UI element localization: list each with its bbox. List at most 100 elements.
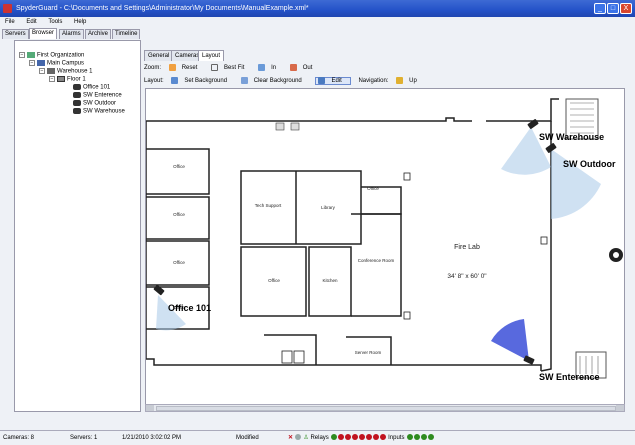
zoom-in-button[interactable]: In [258,63,282,71]
title-bar: SpyderGuard - C:\Documents and Settings\… [0,0,635,17]
room-label: Server Room [355,350,382,355]
room-label: Kitchen [322,278,338,283]
minimize-button[interactable]: _ [594,3,606,14]
relay-dot-icon [351,434,358,441]
menu-edit[interactable]: Edit [21,17,41,28]
tab-layout[interactable]: Layout [198,50,225,61]
fixture-icon [290,122,300,131]
camera-fov-active [491,319,529,361]
room-label: Tech Support [255,203,282,208]
collapse-icon[interactable]: − [29,60,35,66]
edit-button[interactable]: Edit [315,76,351,85]
relay-dot-icon [379,434,386,441]
best-fit-button[interactable]: Best Fit [211,63,250,71]
menu-tools[interactable]: Tools [43,17,67,28]
tree-item-camera[interactable]: SW Enterence [73,92,122,100]
server-count: Servers: 1 [70,435,98,441]
collapse-icon[interactable]: − [39,68,45,74]
tree-item-floor[interactable]: − Floor 1 [49,76,86,84]
user-icon: ♙ [303,435,309,441]
relay-dot-icon [330,434,337,441]
status-datetime: 1/21/2010 3:02:02 PM [122,435,182,441]
tab-timeline[interactable]: Timeline [112,29,141,39]
magnifier-icon [168,63,176,71]
organization-tree[interactable]: − First Organization − Main Campus − Wareho… [14,40,141,412]
relay-dot-icon [344,434,351,441]
image-icon [171,76,179,84]
main-tab-strip: Servers Browser Alarms Archive Timeline [0,28,635,39]
campus-icon [37,60,45,66]
camera-icon[interactable] [153,284,165,296]
horizontal-scrollbar[interactable] [145,404,625,412]
tab-alarms[interactable]: Alarms [59,29,84,39]
input-dot-icon [427,434,434,441]
room-label: Office [268,278,280,283]
outlet-icon [540,236,548,245]
input-dot-icon [413,434,420,441]
room-label: Office [173,164,185,169]
door-icon [293,350,305,364]
camera-label-office-101: Office 101 [168,303,212,313]
app-icon [3,4,12,13]
collapse-icon[interactable]: − [49,76,55,82]
layout-toolbar: Layout: Set Background Clear Background … [144,76,429,87]
camera-icon [73,92,81,98]
tree-item-camera[interactable]: SW Outdoor [73,100,116,108]
maximize-button[interactable]: □ [607,3,619,14]
tree-item-organization[interactable]: − First Organization [19,52,84,60]
organization-icon [27,52,35,58]
zoom-in-icon [258,63,266,71]
scroll-left-arrow[interactable] [146,405,154,411]
relay-dot-icon [337,434,344,441]
up-arrow-icon [396,76,404,84]
modified-indicator: Modified [236,435,259,441]
tab-browser[interactable]: Browser [29,28,58,39]
room-label: Library [321,205,336,210]
status-bar: Cameras: 8 Servers: 1 1/21/2010 3:02:02 … [0,430,635,444]
zoom-toolbar: Zoom: Reset Best Fit In Out [144,63,324,74]
clear-background-button[interactable]: Clear Background [240,76,308,84]
set-background-button[interactable]: Set Background [171,76,233,84]
relay-dot-icon [365,434,372,441]
zoom-label: Zoom: [144,65,162,71]
outlet-icon [403,311,411,320]
scroll-right-arrow[interactable] [616,405,624,411]
close-button[interactable]: X [620,3,632,14]
menu-file[interactable]: File [0,17,20,28]
relays-inputs-indicators: ✕ ♙ Relays Inputs [288,431,434,445]
floor-plan-canvas[interactable]: Office Office Office Office Tech Support… [145,88,625,405]
tab-general[interactable]: General [144,50,174,61]
input-dot-icon [406,434,413,441]
tree-item-warehouse[interactable]: − Warehouse 1 [39,68,92,76]
fixture-icon [275,122,285,131]
scrollbar-thumb[interactable] [156,406,616,411]
room-label: Office [173,212,185,217]
floor-plan-icon [57,76,65,82]
tree-item-camera[interactable]: Office 101 [73,84,110,92]
camera-label-sw-outdoor: SW Outdoor [563,159,616,169]
zoom-out-button[interactable]: Out [289,63,319,71]
navigation-label: Navigation: [358,78,389,84]
tab-archive[interactable]: Archive [85,29,112,39]
collapse-icon[interactable]: − [19,52,25,58]
clear-image-icon [240,76,248,84]
room-dimensions: 34' 8" x 60' 0" [447,273,487,280]
room-label: Conference Room [358,258,395,263]
relay-dot-icon [372,434,379,441]
zoom-reset-button[interactable]: Reset [168,63,204,71]
camera-icon [73,84,81,90]
tree-item-camera[interactable]: SW Warehouse [73,108,125,116]
camera-label-sw-warehouse: SW Warehouse [539,132,605,142]
menu-help[interactable]: Help [69,17,91,28]
tab-servers[interactable]: Servers [2,29,29,39]
tree-item-campus[interactable]: − Main Campus [29,60,84,68]
camera-count: Cameras: 8 [3,435,35,441]
fit-icon [211,63,219,71]
edit-icon [318,76,326,84]
layout-label: Layout: [144,78,164,84]
up-button[interactable]: Up [396,76,423,84]
door-icon [281,350,293,364]
outlet-icon [403,172,411,181]
menu-bar: File Edit Tools Help [0,17,635,28]
relay-dot-icon [358,434,365,441]
